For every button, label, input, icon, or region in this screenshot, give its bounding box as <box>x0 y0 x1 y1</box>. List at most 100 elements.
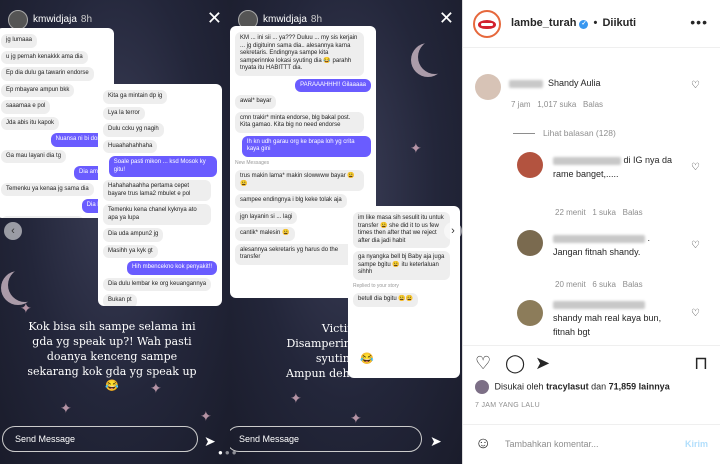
verified-badge-icon: ✓ <box>579 20 589 29</box>
chat-bubble: Kita ga mintain dp ig <box>103 90 168 104</box>
chat-screenshot: jg lumaaa u jg pernah kenakkk ama dia Ep d… <box>0 28 114 218</box>
heart-icon[interactable]: ♡ <box>691 240 700 251</box>
send-message-input[interactable]: Send Message <box>2 426 198 452</box>
comment-icon[interactable]: ◯ <box>505 353 525 374</box>
chat-bubble: jgn layanin si ... lagi <box>235 210 298 224</box>
send-message-input[interactable]: Send Message <box>230 426 422 452</box>
chat-bubble: Jda abis itu kapok <box>1 116 60 130</box>
chat-bubble: Dulu ccku yg nagih <box>103 123 164 137</box>
avatar[interactable] <box>473 10 501 38</box>
emoji-icon[interactable]: ☺ <box>475 435 491 453</box>
chat-bubble: Temenku ya kenaa jg sama dia <box>1 182 94 196</box>
carousel-indicator: ●●● <box>218 448 239 457</box>
reply-button[interactable]: Balas <box>623 208 643 217</box>
chat-bubble: Lya la terror <box>103 106 145 120</box>
star-decoration: ✦ <box>410 140 422 156</box>
post-header: lambe_turah ✓ • Diikuti ••• <box>463 0 720 48</box>
post-comment-button[interactable]: Kirim <box>685 439 708 449</box>
chat-bubble: alesannya sekretaris yg harus do the tra… <box>235 243 365 265</box>
liked-by-user[interactable]: tracylasut <box>546 381 589 391</box>
chat-bubble: Temenku kena chanel kyknya ato apa ya lu… <box>103 204 212 225</box>
comment-text: di IG nya da rame banget,..... <box>553 155 673 179</box>
chevron-left-icon[interactable]: ‹ <box>4 222 22 240</box>
post-author: lambe_turah ✓ • Diikuti <box>511 17 636 29</box>
story-username[interactable]: kmwidjaja 8h <box>263 14 322 25</box>
heart-icon[interactable]: ♡ <box>691 308 700 319</box>
send-icon[interactable]: ➤ <box>430 433 442 450</box>
avatar[interactable] <box>517 300 543 326</box>
chat-bubble: Huaahahahhaha <box>103 139 158 153</box>
separator-dot: • <box>593 17 598 29</box>
chat-bubble: u jg pernah kenakkk ama dia <box>1 50 88 64</box>
post-username[interactable]: lambe_turah <box>511 17 576 29</box>
avatar[interactable] <box>517 230 543 256</box>
share-icon[interactable]: ➤ <box>535 353 550 374</box>
chat-bubble: PARAAAHHH!! Gilaaaaa <box>295 78 371 92</box>
avatar[interactable] <box>517 152 543 178</box>
comment-text: shandy mah real kaya bun, fitnah bgt <box>553 298 681 340</box>
chat-bubble: Dia dulu lembar ke org keuangannya <box>103 277 212 291</box>
chat-divider: Replied to your story <box>353 282 399 289</box>
star-decoration: ✦ <box>60 400 72 416</box>
story-screenshot-1: ✦ ✦ ✦ ✦ ✦ ✦ kmwidjaja8h ✕ jg lumaaau jg … <box>0 0 230 464</box>
chat-bubble: ga nyangka bell bj Baby aja juga sampe b… <box>353 251 450 280</box>
instagram-post-view: ✦ ✦ ✦ ✦ ✦ ✦ kmwidjaja8h ✕ jg lumaaa u jg … <box>0 0 720 464</box>
chat-bubble: Dia uda ampun2 jg <box>103 228 164 242</box>
chat-bubble: Hih mbencekno kok penyakit!! <box>126 261 217 275</box>
chat-bubble: Ih kn udh garau org ke brapa loh yg crit… <box>241 135 371 157</box>
reply-button[interactable]: Balas <box>583 100 603 109</box>
chat-bubble: Hahahahaahha pertama cepet bayare trus l… <box>103 180 212 201</box>
star-decoration: ✦ <box>20 300 32 316</box>
chat-bubble: Bukan pt <box>103 294 137 306</box>
story-screenshot-2: ✦ ✦ ✦ ✦ ✦ kmwidjaja8h ✕ KM ... ini sii .… <box>230 0 462 464</box>
post-side-panel: lambe_turah ✓ • Diikuti ••• Shandy Aulia… <box>462 0 720 464</box>
close-icon[interactable]: ✕ <box>439 8 454 29</box>
chat-bubble: betull dia bgitu 😩😩 <box>353 293 419 307</box>
post-actions: ♡ ◯ ➤ ⊓ <box>463 345 720 375</box>
post-media[interactable]: ✦ ✦ ✦ ✦ ✦ ✦ kmwidjaja8h ✕ jg lumaaa u jg … <box>0 0 462 464</box>
send-icon[interactable]: ➤ <box>204 433 216 450</box>
avatar[interactable] <box>8 10 28 30</box>
moon-decoration <box>418 40 452 74</box>
story-time: 8h <box>80 14 93 25</box>
chat-bubble: KM ... ini sii ... ya??? Duluu ... my si… <box>235 32 365 76</box>
comment-meta: 20 menit 6 suka Balas <box>555 280 643 289</box>
star-decoration: ✦ <box>290 390 302 406</box>
chat-bubble: awal* bayar <box>235 95 277 109</box>
star-decoration: ✦ <box>350 410 362 426</box>
more-options-icon[interactable]: ••• <box>690 14 708 30</box>
liked-by: Disukai oleh tracylasut dan 71,859 lainn… <box>475 380 670 394</box>
comment-meta: 7 jam 1,017 suka Balas <box>511 100 604 109</box>
story-caption: Victim 5 Disamperin ke lokasi syuting 😂 … <box>286 322 404 380</box>
chat-bubble: jg lumaaa <box>1 34 38 48</box>
chevron-right-icon[interactable]: › <box>444 222 462 240</box>
close-icon[interactable]: ✕ <box>207 8 222 29</box>
story-caption: Kok bisa sih sampe selama ini gda yg spe… <box>27 320 197 393</box>
chat-bubble: sampee endingnya i blg keke tolak aja <box>235 194 347 208</box>
chat-bubble: Ep mbayare ampun bkk <box>1 83 75 97</box>
chat-bubble: Ep dia dulu ga tawarin endorse <box>1 67 94 81</box>
heart-icon[interactable]: ♡ <box>691 162 700 173</box>
avatar <box>475 380 489 394</box>
bookmark-icon[interactable]: ⊓ <box>694 353 708 374</box>
like-heart-icon[interactable]: ♡ <box>475 353 491 374</box>
chat-bubble: saaamaa e pol <box>1 100 51 114</box>
following-button[interactable]: Diikuti <box>602 17 636 29</box>
comment-meta: 22 menit 1 suka Balas <box>555 208 643 217</box>
comment-text: Shandy Aulia <box>509 78 601 88</box>
chat-bubble: trus makin lama* makin slowwww bayar 😩😩 <box>235 170 365 191</box>
moon-decoration <box>8 268 42 302</box>
reply-button[interactable]: Balas <box>623 280 643 289</box>
story-username[interactable]: kmwidjaja 8h <box>33 14 92 25</box>
chat-bubble: Soale pasti mikon ... ksd Mosok ky gitu! <box>108 156 217 177</box>
chat-bubble: cmn trakir* minta endorse, blg bakal pos… <box>235 111 365 133</box>
comment-text: . Jangan fitnah shandy. <box>553 233 651 257</box>
chat-divider: New Messages <box>235 159 270 166</box>
chat-bubble: Ga mau layani dia tg <box>1 149 67 163</box>
heart-icon[interactable]: ♡ <box>691 80 700 91</box>
view-replies-button[interactable]: Lihat balasan (128) <box>513 128 616 138</box>
likes-count[interactable]: 71,859 lainnya <box>609 381 670 391</box>
star-decoration: ✦ <box>200 408 212 424</box>
comment-input[interactable]: Tambahkan komentar... <box>505 439 599 449</box>
avatar[interactable] <box>475 74 501 100</box>
